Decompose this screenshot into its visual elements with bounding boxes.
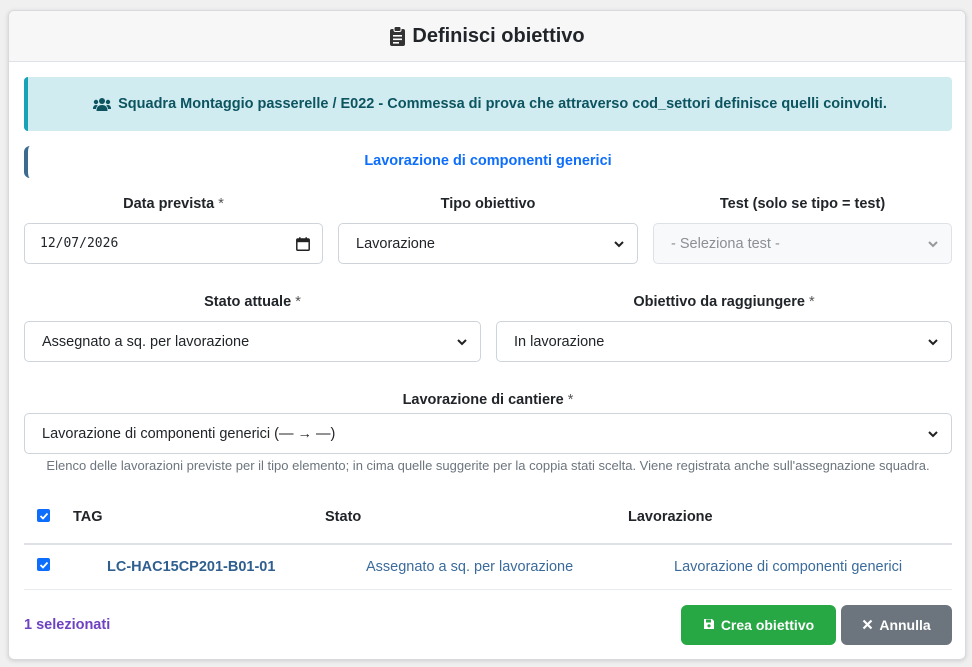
select-all-checkbox[interactable]	[37, 509, 50, 522]
lavorazione-select[interactable]: Lavorazione di componenti generici (— → …	[24, 413, 952, 454]
test-label: Test (solo se tipo = test)	[719, 196, 886, 212]
tipo-obiettivo-select[interactable]: Lavorazione	[338, 223, 638, 264]
row-tag: LC-HAC15CP201-B01-01	[107, 559, 276, 575]
close-icon	[862, 617, 873, 633]
table-header-divider	[24, 543, 952, 545]
column-header-stato: Stato	[325, 509, 362, 525]
save-icon	[703, 617, 715, 633]
obiettivo-select[interactable]: In lavorazione	[496, 321, 952, 362]
obiettivo-label: Obiettivo da raggiungere *	[633, 294, 815, 310]
users-icon	[93, 97, 112, 111]
alert-text: Squadra Montaggio passerelle / E022 - Co…	[118, 96, 887, 112]
modal-header: Definisci obiettivo	[9, 11, 965, 62]
chevron-down-icon	[613, 238, 625, 250]
stato-attuale-select[interactable]: Assegnato a sq. per lavorazione	[24, 321, 481, 362]
selected-count: 1 selezionati	[24, 617, 111, 633]
calendar-icon[interactable]	[296, 236, 310, 251]
chevron-down-icon	[927, 428, 939, 440]
stato-attuale-label: Stato attuale *	[204, 294, 301, 310]
test-select[interactable]: - Seleziona test -	[653, 223, 952, 264]
chevron-down-icon	[927, 336, 939, 348]
modal-title: Definisci obiettivo	[412, 24, 585, 47]
lavorazione-help-text: Elenco delle lavorazioni previste per il…	[46, 458, 930, 473]
lavorazione-label: Lavorazione di cantiere *	[402, 392, 574, 408]
column-header-lavorazione: Lavorazione	[628, 509, 713, 525]
chevron-down-icon	[927, 238, 939, 250]
clipboard-icon	[389, 26, 406, 46]
chevron-down-icon	[456, 336, 468, 348]
row-stato: Assegnato a sq. per lavorazione	[366, 559, 574, 575]
data-prevista-label: Data prevista *	[123, 196, 224, 212]
row-checkbox[interactable]	[37, 558, 50, 571]
data-prevista-input[interactable]: 12/07/2026	[24, 223, 323, 264]
create-objective-button[interactable]: Crea obiettivo	[681, 605, 836, 645]
modal-dialog: Definisci obiettivo Squadra Montaggio pa…	[8, 10, 966, 660]
column-header-tag: TAG	[73, 509, 103, 525]
tipo-obiettivo-label: Tipo obiettivo	[440, 196, 536, 212]
table-row-divider	[24, 589, 952, 590]
cancel-button[interactable]: Annulla	[841, 605, 952, 645]
row-lavorazione: Lavorazione di componenti generici	[674, 559, 903, 575]
team-info-alert: Squadra Montaggio passerelle / E022 - Co…	[24, 77, 952, 131]
section-title: Lavorazione di componenti generici	[364, 153, 612, 169]
